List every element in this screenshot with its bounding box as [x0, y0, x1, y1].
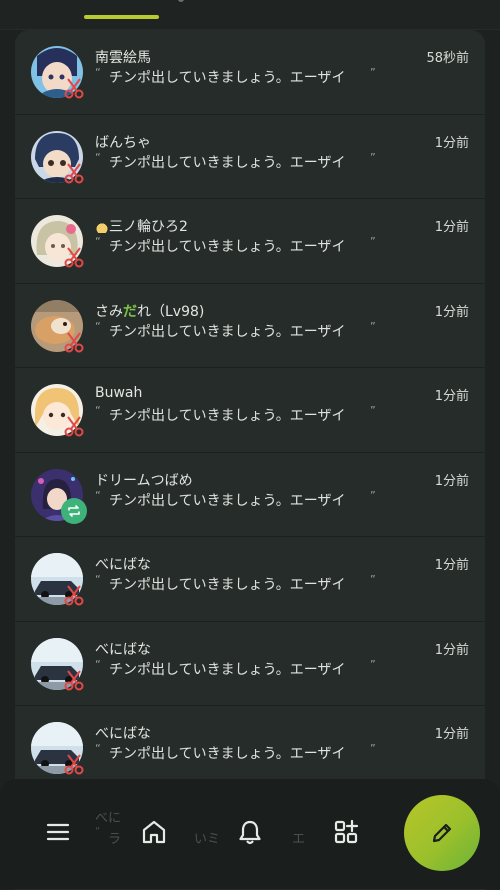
quote-open-mark: “: [95, 66, 101, 79]
quote-open-mark: “: [95, 404, 101, 417]
notification-item[interactable]: さみだれ（Lv98) 1分前 “ チンポ出していきましょう。エーザイ ”: [15, 284, 485, 368]
timestamp: 58秒前: [426, 51, 469, 66]
quote-close-mark: ”: [370, 742, 376, 755]
note-text: チンポ出していきましょう。エーザイ: [109, 70, 346, 86]
renote-icon: [61, 497, 87, 524]
timestamp: 1分前: [434, 727, 469, 742]
partial-item-text: エ: [292, 832, 306, 847]
clip-icon: [61, 667, 87, 693]
bell-icon: [239, 820, 261, 845]
quote-close-mark: ”: [370, 150, 376, 164]
active-tab-indicator[interactable]: [84, 15, 159, 19]
custom-emoji-icon: [95, 219, 109, 233]
user-name[interactable]: 南雲絵馬: [95, 47, 151, 67]
quote-close-mark: ”: [370, 235, 376, 248]
partial-item-quote: “: [95, 826, 101, 837]
clip-icon: [61, 244, 87, 270]
note-text: チンポ出していきましょう。エーザイ: [109, 323, 346, 340]
note-text: チンポ出していきましょう。エーザイ: [109, 239, 346, 255]
user-name-highlight: だ: [123, 303, 137, 320]
user-name[interactable]: Buwah: [95, 385, 142, 401]
tab-bar: [0, 0, 500, 30]
user-name[interactable]: さみだれ（Lv98): [95, 301, 204, 321]
user-name-part: れ（Lv98): [137, 303, 205, 320]
user-name[interactable]: ドリームつばめ: [95, 470, 193, 490]
clip-icon: [61, 582, 87, 608]
notification-item[interactable]: ばんちゃ 1分前 “ チンポ出していきましょう。エーザイ ”: [15, 115, 485, 199]
partial-item-text: ラ: [108, 832, 122, 847]
notifications-button[interactable]: [230, 812, 270, 852]
clip-icon: [61, 751, 87, 777]
widgets-icon: [334, 819, 359, 844]
quote-open-mark: “: [95, 657, 101, 671]
notification-item[interactable]: べにばな 1分前 “ チンポ出していきましょう。エーザイ ”: [15, 622, 485, 706]
clip-icon: [61, 160, 87, 186]
timestamp: 1分前: [434, 558, 469, 573]
quote-open-mark: “: [95, 742, 101, 755]
timestamp: 1分前: [434, 304, 469, 320]
tab-indicator-dot: [178, 0, 184, 2]
quote-open-mark: “: [95, 319, 101, 333]
clip-icon: [61, 329, 87, 355]
timestamp: 1分前: [434, 473, 469, 489]
timestamp: 1分前: [434, 642, 469, 658]
notification-item[interactable]: 南雲絵馬 58秒前 “ チンポ出していきましょう。エーザイ ”: [15, 30, 485, 115]
user-name[interactable]: べにばな: [95, 723, 151, 743]
quote-close-mark: ”: [370, 657, 376, 671]
quote-open-mark: “: [95, 488, 101, 502]
quote-close-mark: ”: [370, 404, 376, 417]
menu-button[interactable]: [38, 812, 78, 852]
quote-close-mark: ”: [370, 319, 376, 333]
note-text: チンポ出していきましょう。エーザイ: [109, 492, 346, 509]
partial-item-name: べに: [95, 811, 122, 826]
notification-item[interactable]: べにばな 1分前 “ チンポ出していきましょう。エーザイ ”: [15, 706, 485, 791]
partial-item-text: いミ: [194, 832, 221, 847]
clip-icon: [61, 413, 87, 439]
timestamp: 1分前: [434, 220, 469, 235]
pencil-icon: [432, 823, 452, 843]
timestamp: 1分前: [434, 389, 469, 404]
user-name[interactable]: ばんちゃ: [95, 132, 151, 152]
note-text: チンポ出していきましょう。エーザイ: [109, 661, 346, 678]
home-button[interactable]: [134, 812, 174, 852]
quote-close-mark: ”: [370, 573, 376, 586]
notification-item[interactable]: ドリームつばめ 1分前 “ チンポ出していきましょう。エーザイ ”: [15, 453, 485, 537]
menu-icon: [46, 823, 70, 841]
note-text: チンポ出していきましょう。エーザイ: [109, 408, 346, 424]
compose-button[interactable]: [404, 795, 480, 871]
quote-open-mark: “: [95, 573, 101, 586]
notification-item[interactable]: 三ノ輪ひろ2 1分前 “ チンポ出していきましょう。エーザイ ”: [15, 199, 485, 284]
quote-open-mark: “: [95, 150, 101, 164]
home-icon: [142, 820, 166, 844]
clip-icon: [61, 75, 87, 101]
quote-open-mark: “: [95, 235, 101, 248]
quote-close-mark: ”: [370, 66, 376, 79]
user-name[interactable]: 三ノ輪ひろ2: [95, 216, 188, 236]
timestamp: 1分前: [434, 135, 469, 151]
user-name[interactable]: べにばな: [95, 639, 151, 659]
widgets-button[interactable]: [326, 812, 366, 852]
note-text: チンポ出していきましょう。エーザイ: [109, 154, 346, 171]
user-name[interactable]: べにばな: [95, 554, 151, 574]
notification-item[interactable]: Buwah 1分前 “ チンポ出していきましょう。エーザイ ”: [15, 368, 485, 453]
user-name-text: 三ノ輪ひろ2: [109, 219, 188, 235]
note-text: チンポ出していきましょう。エーザイ: [109, 746, 346, 762]
user-name-part: さみ: [95, 303, 123, 320]
note-text: チンポ出していきましょう。エーザイ: [109, 577, 346, 593]
quote-close-mark: ”: [370, 488, 376, 502]
notification-list: 南雲絵馬 58秒前 “ チンポ出していきましょう。エーザイ ” ばんちゃ 1分前…: [15, 30, 485, 890]
notification-item[interactable]: べにばな 1分前 “ チンポ出していきましょう。エーザイ ”: [15, 537, 485, 622]
